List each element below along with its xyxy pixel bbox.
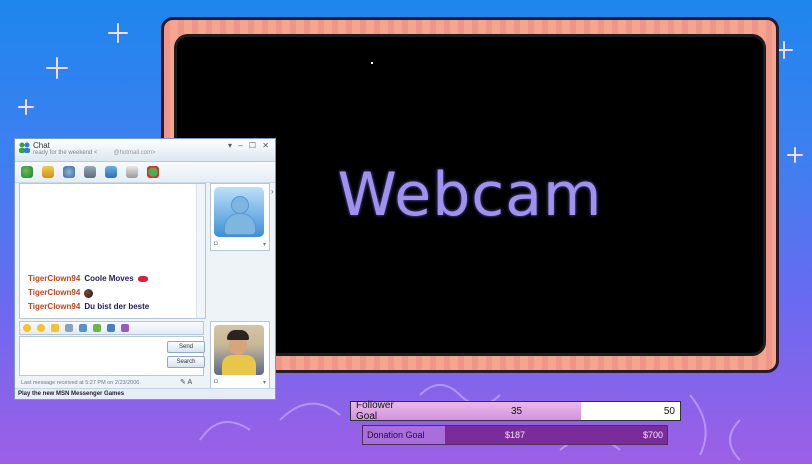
msn-titlebar[interactable]: Chat ready for the weekend < @hotmail.com… [15,139,275,162]
contact-avatar[interactable]: ◘ ▾ [210,183,270,251]
donation-goal-bar: Donation Goal $187 $700 [362,425,668,445]
chat-scrollbar[interactable] [196,184,205,318]
chat-messages: TigerClown94 Coole Moves TigerClown94 Ti… [28,272,149,314]
chat-username: TigerClown94 [28,288,81,297]
msn-contact-email: @hotmail.com> [113,150,156,156]
font-icon[interactable] [79,324,87,332]
msn-toolbar [15,162,275,183]
bomb-icon [84,288,94,298]
msn-window-title: Chat [33,141,50,150]
photo-hair [227,330,249,340]
webcam-dot [371,62,373,64]
voice-clip-icon[interactable] [65,324,73,332]
chat-message: TigerClown94 Du bist der beste [28,300,149,314]
chevron-right-icon[interactable]: › [271,187,274,196]
chevron-down-icon[interactable]: ▾ [263,379,266,386]
kiss-lips-icon [137,276,148,282]
chat-text: Coole Moves [84,274,134,283]
video-icon[interactable] [63,166,75,178]
message-input[interactable]: Send Search [19,336,205,376]
games-icon[interactable] [126,166,138,178]
chat-message: TigerClown94 [28,286,149,300]
status-bar: Last message received at 5:27 PM on 2/23… [21,380,141,386]
activities-icon[interactable] [105,166,117,178]
avatar-body [224,213,256,235]
nudge-icon[interactable] [51,324,59,332]
avatar-head [231,196,249,214]
status-icons: ✎ A [180,378,192,386]
chat-text: Du bist der beste [84,302,150,311]
default-avatar-icon [214,187,264,237]
self-avatar-controls: ◘ ▾ [214,379,266,386]
donation-goal-label: Donation Goal [367,430,425,440]
handwriting-icon[interactable] [107,324,115,332]
invite-icon[interactable] [21,166,33,178]
msn-personal-message: ready for the weekend < [33,150,98,156]
donation-goal-target: $700 [642,430,663,440]
files-icon[interactable] [42,166,54,178]
block-icon[interactable] [147,166,159,178]
chat-history[interactable]: TigerClown94 Coole Moves TigerClown94 Ti… [19,183,206,319]
msn-contact-status: ready for the weekend < @hotmail.com> [33,150,156,156]
donation-goal-current: $187 [505,430,526,440]
search-button[interactable]: Search [167,356,205,368]
wink-icon[interactable] [37,324,45,332]
msn-chat-window[interactable]: Chat ready for the weekend < @hotmail.com… [14,138,276,400]
self-avatar[interactable]: ◘ ▾ [210,321,270,389]
webcam-icon[interactable]: ◘ [214,241,218,248]
text-format-icon[interactable]: A [187,379,192,386]
chat-username: TigerClown94 [28,302,81,311]
chevron-down-icon[interactable]: ▾ [263,241,266,248]
follower-goal-bar: Follower Goal 35 50 [350,400,681,422]
input-toolbar [19,321,204,335]
webcam-icon[interactable]: ◘ [214,379,218,386]
self-photo [214,325,264,375]
follower-goal-target: 50 [663,405,675,417]
avatar-controls: ◘ ▾ [214,241,266,248]
chat-message: TigerClown94 Coole Moves [28,272,149,286]
voice-icon[interactable] [84,166,96,178]
send-button[interactable]: Send [167,341,205,353]
emoticon-icon[interactable] [23,324,31,332]
msn-ad-banner[interactable]: Play the new MSN Messenger Games [15,388,275,399]
photo-shirt [222,355,256,375]
more-options-icon[interactable] [121,324,129,332]
pen-icon[interactable]: ✎ [180,379,186,386]
follower-goal-current: 35 [511,405,523,417]
window-controls[interactable]: ▾ – ☐ ✕ [228,141,271,150]
webcam-label: Webcam [337,160,603,230]
follower-goal-label: Follower Goal [356,400,394,422]
background-icon[interactable] [93,324,101,332]
chat-username: TigerClown94 [28,274,81,283]
msn-buddy-icon [19,142,30,153]
